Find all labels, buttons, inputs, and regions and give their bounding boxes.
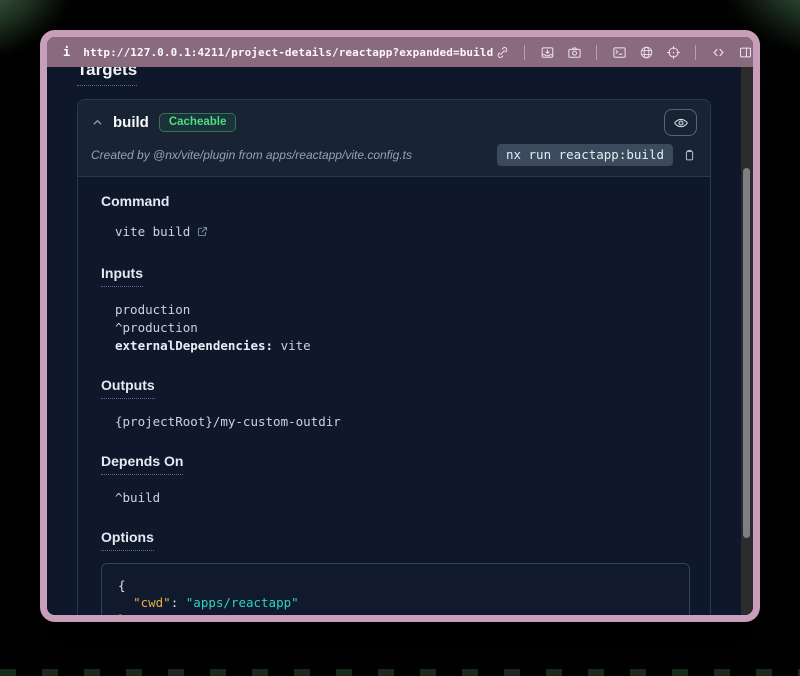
- browser-window: i http://127.0.0.1:4211/project-details/…: [40, 30, 760, 622]
- build-card-header: build Cacheable Created by @nx/vite/plug…: [78, 100, 710, 177]
- titlebar: i http://127.0.0.1:4211/project-details/…: [47, 37, 753, 67]
- cacheable-badge: Cacheable: [159, 113, 237, 132]
- targets-heading: Targets: [77, 67, 137, 86]
- input-item: production: [101, 301, 690, 319]
- titlebar-divider: [596, 45, 597, 60]
- globe-icon[interactable]: [637, 43, 655, 61]
- titlebar-actions: [493, 43, 754, 61]
- code-brackets-icon[interactable]: [709, 43, 727, 61]
- inputs-heading: Inputs: [101, 265, 143, 287]
- camera-icon[interactable]: [565, 43, 583, 61]
- depends-on-heading: Depends On: [101, 453, 183, 475]
- titlebar-divider: [524, 45, 525, 60]
- command-value: vite build: [115, 224, 190, 239]
- tray-download-icon[interactable]: [538, 43, 556, 61]
- code-line: {: [118, 577, 673, 594]
- chevron-up-icon[interactable]: [91, 116, 104, 129]
- build-target-card: build Cacheable Created by @nx/vite/plug…: [77, 99, 711, 615]
- titlebar-divider: [695, 45, 696, 60]
- depends-on-item: ^build: [101, 489, 690, 507]
- build-card-body: Command vite build Inputs production ^pr…: [78, 177, 710, 615]
- input-item: ^production: [101, 319, 690, 337]
- code-line: "cwd": "apps/reactapp": [118, 594, 673, 611]
- options-code-block: { "cwd": "apps/reactapp" }: [101, 563, 690, 615]
- outputs-heading: Outputs: [101, 377, 155, 399]
- build-target-name[interactable]: build: [113, 114, 149, 131]
- eye-icon[interactable]: [664, 109, 697, 136]
- external-link-icon[interactable]: [196, 225, 209, 243]
- run-command-chip: nx run reactapp:build: [497, 144, 673, 166]
- scrollbar-track[interactable]: [741, 67, 753, 615]
- command-heading: Command: [101, 193, 169, 209]
- split-columns-icon[interactable]: [736, 43, 754, 61]
- copy-icon[interactable]: [682, 148, 697, 163]
- code-line: }: [118, 611, 673, 615]
- info-icon: i: [63, 45, 70, 59]
- link-icon[interactable]: [493, 43, 511, 61]
- scrollbar-thumb[interactable]: [743, 168, 750, 538]
- crosshair-icon[interactable]: [664, 43, 682, 61]
- input-item: externalDependencies: vite: [101, 337, 690, 355]
- options-heading: Options: [101, 529, 154, 551]
- page-content: Targets build Cacheable: [47, 67, 753, 615]
- terminal-icon[interactable]: [610, 43, 628, 61]
- created-by-text: Created by @nx/vite/plugin from apps/rea…: [91, 148, 412, 162]
- output-item: {projectRoot}/my-custom-outdir: [101, 413, 690, 431]
- address-url[interactable]: http://127.0.0.1:4211/project-details/re…: [83, 46, 493, 59]
